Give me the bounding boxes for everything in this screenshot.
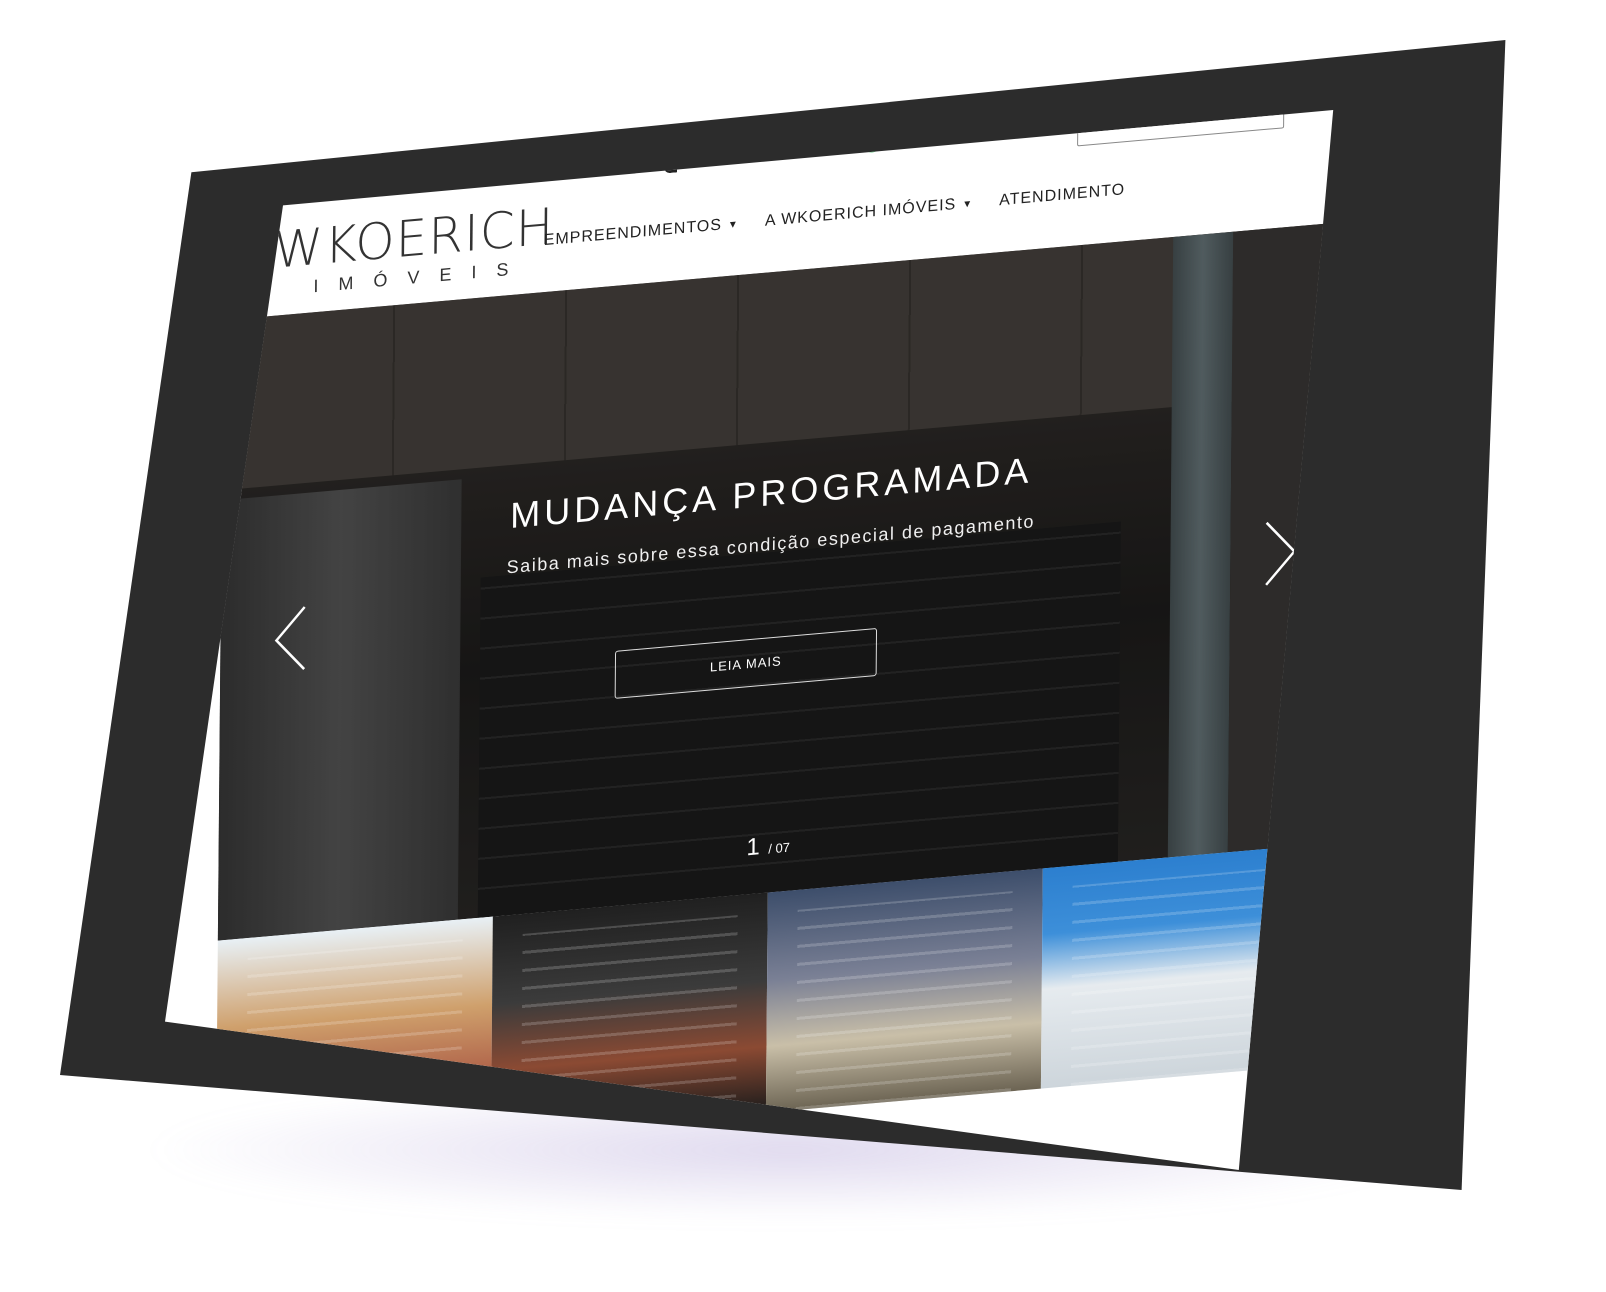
hero-slider: MUDANÇA PROGRAMADA Saiba mais sobre essa…: [217, 223, 1324, 941]
chevron-left-icon: [274, 606, 306, 671]
nav-item-label: A WKOERICH IMÓVEIS: [764, 195, 957, 230]
mockup-stage: +55 48 3216.4880 +55 48 99169.4880 CONTA…: [0, 0, 1606, 1292]
main-nav: EMPREENDIMENTOS ▼ A WKOERICH IMÓVEIS ▼ A…: [544, 181, 1126, 250]
nav-item-empreendimentos[interactable]: EMPREENDIMENTOS ▼: [544, 215, 739, 250]
project-thumbnail[interactable]: [765, 868, 1043, 1113]
pager-current: 1: [746, 833, 760, 862]
nav-item-wkoerich[interactable]: A WKOERICH IMÓVEIS ▼: [765, 194, 973, 230]
website-screen: +55 48 3216.4880 +55 48 99169.4880 CONTA…: [165, 110, 1334, 1170]
website-page: +55 48 3216.4880 +55 48 99169.4880 CONTA…: [215, 110, 1325, 1161]
nav-item-label: EMPREENDIMENTOS: [543, 216, 723, 250]
building-image: [795, 891, 1013, 1111]
caret-down-icon: ▼: [962, 197, 974, 210]
slider-prev-button[interactable]: [270, 603, 311, 677]
pager-total: / 07: [768, 839, 791, 857]
logo[interactable]: WKOERICH IMÓVEIS: [273, 197, 555, 301]
caret-down-icon: ▼: [727, 218, 739, 231]
nav-item-label: ATENDIMENTO: [999, 181, 1126, 210]
nav-item-atendimento[interactable]: ATENDIMENTO: [999, 181, 1125, 210]
